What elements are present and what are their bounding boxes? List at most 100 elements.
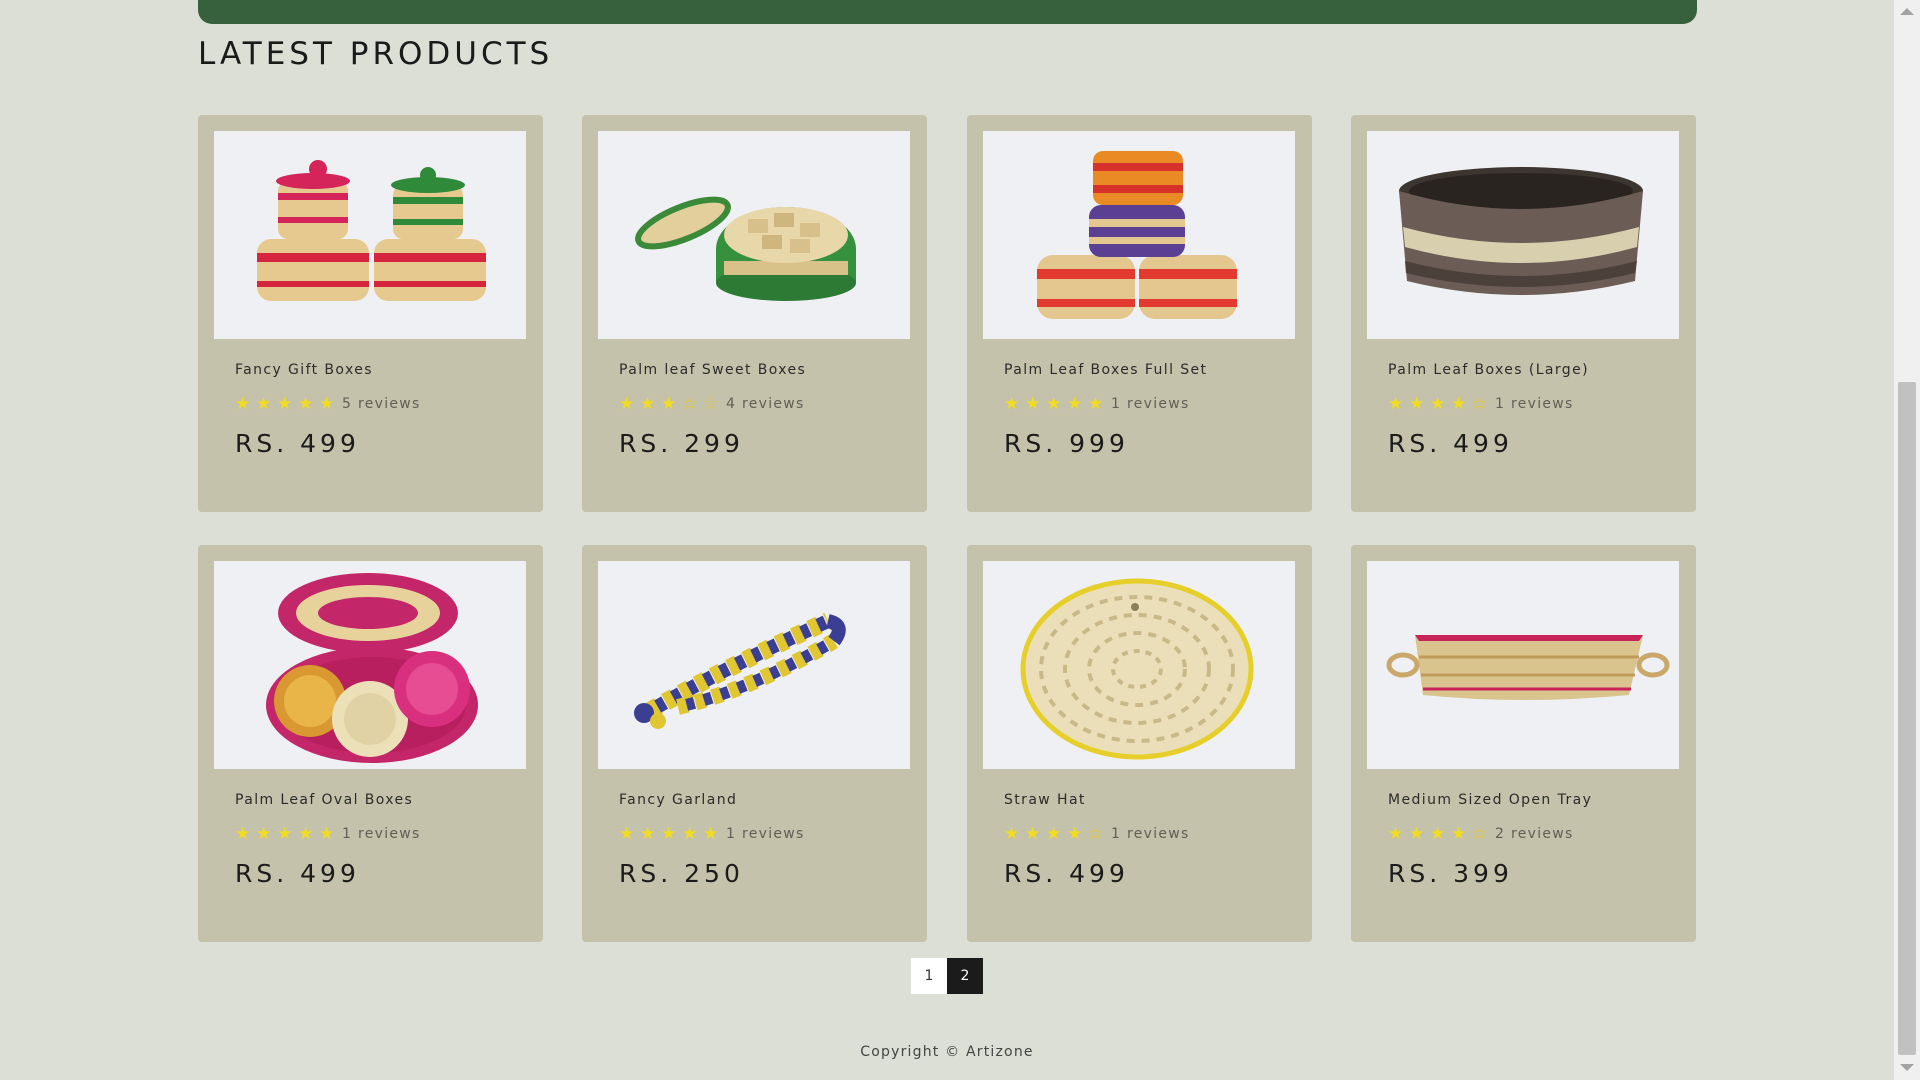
- product-name[interactable]: Palm Leaf Boxes (Large): [1388, 362, 1589, 378]
- section-title: LATEST PRODUCTS: [198, 36, 554, 72]
- star-filled-icon: ★: [1067, 394, 1083, 414]
- review-count: 1 reviews: [1111, 396, 1190, 412]
- review-count: 1 reviews: [1495, 396, 1574, 412]
- star-filled-icon: ★: [1004, 824, 1020, 844]
- product-name[interactable]: Palm Leaf Boxes Full Set: [1004, 362, 1207, 378]
- product-price: RS. 399: [1388, 859, 1513, 888]
- product-image[interactable]: [1367, 131, 1679, 339]
- star-empty-icon: ☆: [1472, 394, 1488, 414]
- star-filled-icon: ★: [619, 394, 635, 414]
- star-filled-icon: ★: [1004, 394, 1020, 414]
- open-tray-image: [1386, 635, 1670, 700]
- pagination: 1 2: [911, 958, 983, 994]
- star-filled-icon: ★: [1409, 824, 1425, 844]
- product-rating: ★ ★ ★ ★ ★ 1 reviews: [235, 824, 421, 844]
- scroll-up-arrow-icon[interactable]: [1900, 8, 1914, 15]
- page-2-button[interactable]: 2: [947, 958, 983, 994]
- product-image[interactable]: [983, 131, 1295, 339]
- product-name[interactable]: Fancy Garland: [619, 792, 737, 808]
- review-count: 5 reviews: [342, 396, 421, 412]
- star-filled-icon: ★: [682, 824, 698, 844]
- star-filled-icon: ★: [256, 824, 272, 844]
- star-filled-icon: ★: [640, 394, 656, 414]
- review-count: 4 reviews: [726, 396, 805, 412]
- product-price: RS. 250: [619, 859, 744, 888]
- product-image[interactable]: [214, 561, 526, 769]
- star-filled-icon: ★: [319, 824, 335, 844]
- page-1-button[interactable]: 1: [911, 958, 947, 994]
- product-price: RS. 299: [619, 429, 744, 458]
- review-count: 1 reviews: [726, 826, 805, 842]
- product-image[interactable]: [1367, 561, 1679, 769]
- star-filled-icon: ★: [298, 394, 314, 414]
- product-rating: ★ ★ ★ ★ ☆ 2 reviews: [1388, 824, 1574, 844]
- product-image[interactable]: [598, 131, 910, 339]
- star-filled-icon: ★: [1409, 394, 1425, 414]
- product-image[interactable]: [598, 561, 910, 769]
- star-filled-icon: ★: [1388, 824, 1404, 844]
- product-name[interactable]: Straw Hat: [1004, 792, 1086, 808]
- straw-hat-image: [1020, 578, 1254, 760]
- large-box-image: [1399, 167, 1643, 295]
- star-filled-icon: ★: [256, 394, 272, 414]
- product-rating: ★ ★ ★ ★ ☆ 1 reviews: [1004, 824, 1190, 844]
- star-filled-icon: ★: [1025, 394, 1041, 414]
- star-empty-icon: ☆: [1088, 824, 1104, 844]
- product-rating: ★ ★ ★ ☆ ☆ 4 reviews: [619, 394, 805, 414]
- product-rating: ★ ★ ★ ★ ★ 1 reviews: [619, 824, 805, 844]
- scrollbar-thumb[interactable]: [1898, 382, 1916, 1055]
- star-filled-icon: ★: [1451, 824, 1467, 844]
- star-filled-icon: ★: [1430, 394, 1446, 414]
- sweet-box-image: [635, 196, 856, 301]
- product-name[interactable]: Fancy Gift Boxes: [235, 362, 373, 378]
- product-price: RS. 999: [1004, 429, 1129, 458]
- star-empty-icon: ☆: [703, 394, 719, 414]
- product-price: RS. 499: [235, 859, 360, 888]
- star-filled-icon: ★: [1025, 824, 1041, 844]
- star-filled-icon: ★: [1046, 824, 1062, 844]
- star-filled-icon: ★: [319, 394, 335, 414]
- product-card[interactable]: Straw Hat ★ ★ ★ ★ ☆ 1 reviews RS. 499: [967, 545, 1312, 942]
- product-image[interactable]: [983, 561, 1295, 769]
- star-filled-icon: ★: [1430, 824, 1446, 844]
- boxes-full-set-image: [1037, 151, 1237, 319]
- star-empty-icon: ☆: [682, 394, 698, 414]
- product-card[interactable]: Palm Leaf Boxes (Large) ★ ★ ★ ★ ☆ 1 reviews R…: [1351, 115, 1696, 512]
- product-card[interactable]: Medium Sized Open Tray ★ ★ ★ ★ ☆ 2 reviews RS…: [1351, 545, 1696, 942]
- garland-image: [634, 612, 846, 729]
- product-price: RS. 499: [235, 429, 360, 458]
- star-filled-icon: ★: [661, 824, 677, 844]
- product-card[interactable]: Fancy Garland ★ ★ ★ ★ ★ 1 reviews RS. 250: [582, 545, 927, 942]
- product-grid: Fancy Gift Boxes ★ ★ ★ ★ ★ 5 reviews RS. 499 …: [198, 115, 1697, 942]
- star-filled-icon: ★: [1388, 394, 1404, 414]
- product-rating: ★ ★ ★ ★ ☆ 1 reviews: [1388, 394, 1574, 414]
- star-filled-icon: ★: [1067, 824, 1083, 844]
- product-name[interactable]: Palm Leaf Oval Boxes: [235, 792, 413, 808]
- footer-copyright: Copyright © Artizone: [860, 1044, 1034, 1060]
- star-filled-icon: ★: [298, 824, 314, 844]
- star-filled-icon: ★: [661, 394, 677, 414]
- review-count: 2 reviews: [1495, 826, 1574, 842]
- star-filled-icon: ★: [277, 394, 293, 414]
- product-card[interactable]: Palm Leaf Boxes Full Set ★ ★ ★ ★ ★ 1 reviews …: [967, 115, 1312, 512]
- product-image[interactable]: [214, 131, 526, 339]
- product-price: RS. 499: [1004, 859, 1129, 888]
- star-filled-icon: ★: [619, 824, 635, 844]
- review-count: 1 reviews: [1111, 826, 1190, 842]
- product-card[interactable]: Fancy Gift Boxes ★ ★ ★ ★ ★ 5 reviews RS. 499: [198, 115, 543, 512]
- product-rating: ★ ★ ★ ★ ★ 5 reviews: [235, 394, 421, 414]
- star-empty-icon: ☆: [1472, 824, 1488, 844]
- review-count: 1 reviews: [342, 826, 421, 842]
- gift-boxes-image: [257, 160, 486, 301]
- product-card[interactable]: Palm Leaf Oval Boxes ★ ★ ★ ★ ★ 1 reviews RS. …: [198, 545, 543, 942]
- product-card[interactable]: Palm leaf Sweet Boxes ★ ★ ★ ☆ ☆ 4 reviews RS.…: [582, 115, 927, 512]
- star-filled-icon: ★: [640, 824, 656, 844]
- product-name[interactable]: Palm leaf Sweet Boxes: [619, 362, 806, 378]
- page-scrollbar[interactable]: [1894, 0, 1920, 1080]
- scroll-down-arrow-icon[interactable]: [1900, 1064, 1914, 1071]
- product-rating: ★ ★ ★ ★ ★ 1 reviews: [1004, 394, 1190, 414]
- star-filled-icon: ★: [277, 824, 293, 844]
- star-filled-icon: ★: [1451, 394, 1467, 414]
- product-name[interactable]: Medium Sized Open Tray: [1388, 792, 1592, 808]
- header-band: [198, 0, 1697, 24]
